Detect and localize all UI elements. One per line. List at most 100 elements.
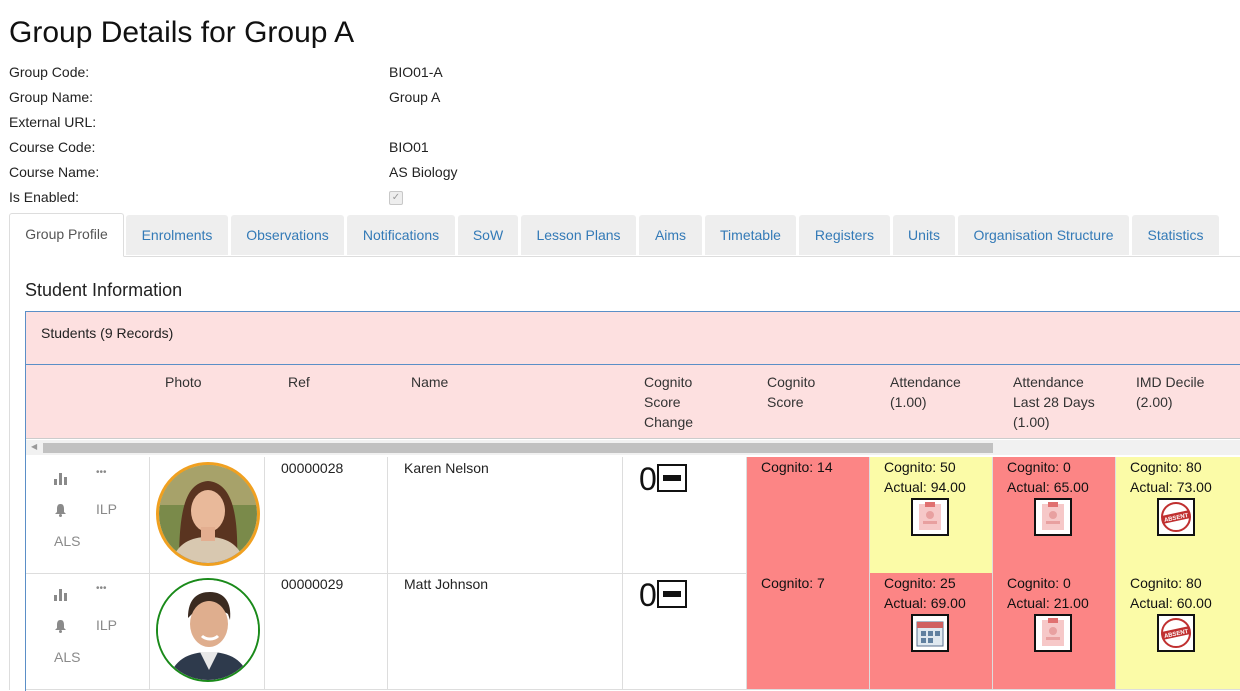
tab-lesson-plans[interactable]: Lesson Plans bbox=[521, 215, 636, 255]
tab-timetable[interactable]: Timetable bbox=[705, 215, 796, 255]
attendance-clipboard-icon bbox=[1034, 498, 1072, 536]
ref-cell: 00000028 bbox=[264, 457, 388, 573]
attendance-cell: Cognito: 50 Actual: 94.00 bbox=[869, 457, 993, 573]
column-header-attendance-28-days[interactable]: Attendance Last 28 Days (1.00) bbox=[1013, 372, 1095, 432]
bar-chart-icon[interactable] bbox=[54, 473, 67, 485]
table-header: Photo Ref Name Cognito Score Change Cogn… bbox=[26, 365, 1240, 439]
tab-notifications[interactable]: Notifications bbox=[347, 215, 455, 255]
header-line: (1.00) bbox=[1013, 414, 1050, 430]
horizontal-scrollbar[interactable]: ◀ bbox=[26, 440, 1240, 455]
photo-cell bbox=[149, 457, 265, 573]
avatar bbox=[156, 578, 260, 682]
tab-registers[interactable]: Registers bbox=[799, 215, 890, 255]
attendance-cognito: Cognito: 50 bbox=[884, 459, 956, 475]
student-photo-icon bbox=[159, 465, 257, 563]
ref-cell: 00000029 bbox=[264, 573, 388, 689]
detail-value: AS Biology bbox=[389, 164, 458, 180]
score-change-cell: 0 bbox=[622, 573, 746, 689]
column-header-name[interactable]: Name bbox=[411, 372, 448, 392]
als-link[interactable]: ALS bbox=[54, 649, 80, 665]
tab-organisation-structure[interactable]: Organisation Structure bbox=[958, 215, 1129, 255]
score-change-value: 0 bbox=[639, 461, 657, 497]
column-header-cognito-score-change[interactable]: Cognito Score Change bbox=[644, 372, 693, 432]
student-ref: 00000028 bbox=[281, 460, 344, 476]
tab-enrolments[interactable]: Enrolments bbox=[126, 215, 228, 255]
attendance28-actual: Actual: 21.00 bbox=[1007, 595, 1089, 611]
column-header-imd-decile[interactable]: IMD Decile (2.00) bbox=[1136, 372, 1204, 412]
header-line: Score bbox=[767, 394, 804, 410]
absent-stamp-icon: ABSENT bbox=[1157, 614, 1195, 652]
cognito-score: Cognito: 14 bbox=[761, 459, 833, 475]
ilp-link[interactable]: ILP bbox=[96, 617, 117, 633]
bar-chart-icon[interactable] bbox=[54, 589, 67, 601]
panel-heading-text: Students (9 Records) bbox=[41, 325, 174, 341]
imd-decile-cell: Cognito: 80 Actual: 60.00 ABSENT bbox=[1115, 573, 1240, 689]
page-title: Group Details for Group A bbox=[9, 16, 355, 49]
calendar-icon bbox=[911, 614, 949, 652]
is-enabled-checkbox: ✓ bbox=[389, 191, 403, 205]
student-name[interactable]: Karen Nelson bbox=[404, 460, 489, 476]
panel-heading: Students (9 Records) bbox=[26, 312, 1240, 365]
header-line: (1.00) bbox=[890, 394, 927, 410]
detail-label: External URL: bbox=[9, 114, 97, 130]
detail-course-name: Course Name: AS Biology bbox=[9, 162, 609, 182]
more-options-icon[interactable]: ••• bbox=[96, 467, 107, 478]
score-change-cell: 0 bbox=[622, 457, 746, 573]
student-ref: 00000029 bbox=[281, 576, 344, 592]
more-options-icon[interactable]: ••• bbox=[96, 583, 107, 594]
header-line: Attendance bbox=[1013, 374, 1084, 390]
row-actions: ••• ILP ALS bbox=[26, 573, 149, 689]
attendance28-cognito: Cognito: 0 bbox=[1007, 459, 1071, 475]
imd-cognito: Cognito: 80 bbox=[1130, 459, 1202, 475]
attendance-actual: Actual: 69.00 bbox=[884, 595, 966, 611]
tab-observations[interactable]: Observations bbox=[231, 215, 344, 255]
detail-group-name: Group Name: Group A bbox=[9, 87, 609, 107]
detail-value: BIO01 bbox=[389, 139, 429, 155]
cognito-score-cell: Cognito: 14 bbox=[746, 457, 870, 573]
bell-icon[interactable] bbox=[54, 503, 67, 517]
student-name[interactable]: Matt Johnson bbox=[404, 576, 488, 592]
header-line: Cognito bbox=[767, 374, 816, 390]
attendance-cognito: Cognito: 25 bbox=[884, 575, 956, 591]
tab-content-border bbox=[9, 256, 10, 690]
tab-units[interactable]: Units bbox=[893, 215, 955, 255]
attendance-clipboard-icon bbox=[1034, 614, 1072, 652]
detail-external-url: External URL: bbox=[9, 112, 609, 132]
attendance-clipboard-icon bbox=[911, 498, 949, 536]
header-line: Attendance bbox=[890, 374, 961, 390]
tab-statistics[interactable]: Statistics bbox=[1132, 215, 1219, 255]
ilp-link[interactable]: ILP bbox=[96, 501, 117, 517]
column-header-ref[interactable]: Ref bbox=[288, 372, 310, 392]
avatar bbox=[156, 462, 260, 566]
absent-stamp-icon: ABSENT bbox=[1157, 498, 1195, 536]
column-header-attendance[interactable]: Attendance (1.00) bbox=[890, 372, 961, 412]
scroll-left-arrow-icon[interactable]: ◀ bbox=[31, 442, 37, 451]
cognito-score: Cognito: 7 bbox=[761, 575, 825, 591]
detail-label: Group Code: bbox=[9, 64, 90, 80]
no-change-icon bbox=[657, 464, 687, 492]
column-header-cognito-score[interactable]: Cognito Score bbox=[767, 372, 815, 412]
cognito-score-cell: Cognito: 7 bbox=[746, 573, 870, 689]
tab-aims[interactable]: Aims bbox=[639, 215, 702, 255]
header-line: IMD Decile bbox=[1136, 374, 1205, 390]
column-header-photo[interactable]: Photo bbox=[165, 372, 202, 392]
als-link[interactable]: ALS bbox=[54, 533, 80, 549]
header-line: Score bbox=[644, 394, 681, 410]
attendance-actual: Actual: 94.00 bbox=[884, 479, 966, 495]
imd-actual: Actual: 60.00 bbox=[1130, 595, 1212, 611]
detail-course-code: Course Code: BIO01 bbox=[9, 137, 609, 157]
section-title: Student Information bbox=[25, 280, 183, 300]
students-panel: Students (9 Records) Photo Ref Name Cogn… bbox=[25, 311, 1240, 691]
bell-icon[interactable] bbox=[54, 619, 67, 633]
detail-group-code: Group Code: BIO01-A bbox=[9, 62, 609, 82]
detail-label: Course Code: bbox=[9, 139, 96, 155]
detail-is-enabled: Is Enabled: ✓ bbox=[9, 187, 609, 207]
attendance28-actual: Actual: 65.00 bbox=[1007, 479, 1089, 495]
scroll-thumb[interactable] bbox=[43, 443, 993, 453]
tab-group-profile[interactable]: Group Profile bbox=[9, 213, 124, 257]
imd-actual: Actual: 73.00 bbox=[1130, 479, 1212, 495]
detail-label: Is Enabled: bbox=[9, 189, 80, 205]
detail-value: Group A bbox=[389, 89, 441, 105]
name-cell: Matt Johnson bbox=[387, 573, 622, 689]
tab-sow[interactable]: SoW bbox=[458, 215, 518, 255]
